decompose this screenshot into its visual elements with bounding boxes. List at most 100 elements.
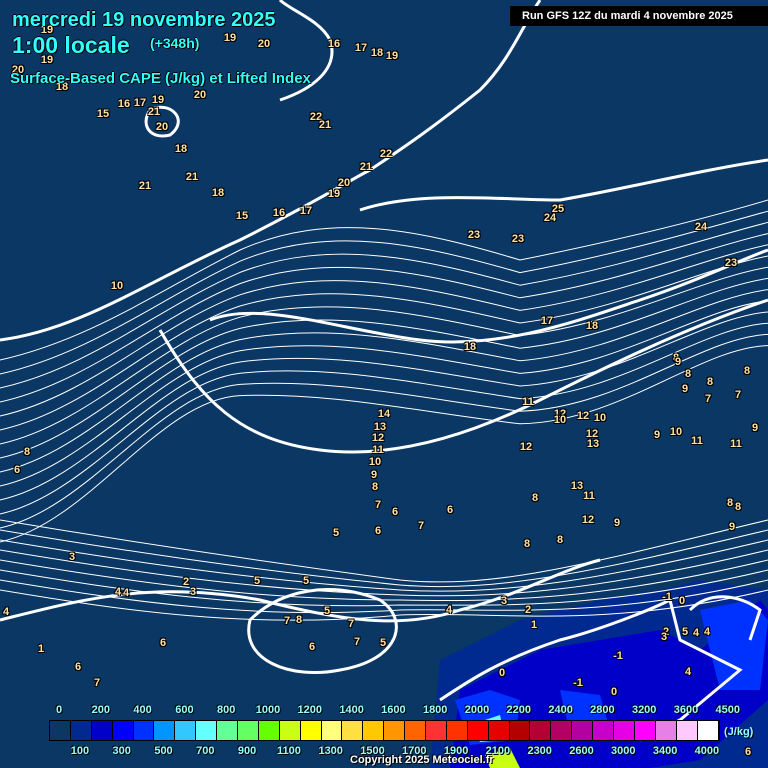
- lifted-index-label: 21: [359, 161, 373, 173]
- color-scale: [49, 720, 720, 741]
- color-swatch: [572, 721, 594, 740]
- color-swatch: [384, 721, 406, 740]
- lifted-index-label: 8: [23, 446, 31, 458]
- contour-line: [0, 221, 768, 389]
- scale-tick-top: 600: [175, 704, 194, 716]
- lifted-index-label: 0: [498, 667, 506, 679]
- scale-tick-top: 400: [133, 704, 152, 716]
- lifted-index-label: -1: [613, 650, 623, 662]
- lifted-index-label: 4: [684, 666, 692, 678]
- lifted-index-label: 15: [96, 108, 110, 120]
- lifted-index-label: 0: [678, 595, 686, 607]
- scale-tick-top: 2200: [506, 704, 532, 716]
- scale-tick-bottom: 1300: [318, 745, 343, 757]
- color-swatch: [238, 721, 259, 740]
- color-swatch: [133, 721, 155, 740]
- lifted-index-label: 5: [332, 527, 340, 539]
- scale-tick-bottom: 3400: [652, 745, 678, 757]
- lifted-index-label: 5: [681, 626, 689, 638]
- color-swatch: [300, 721, 322, 740]
- lifted-index-label: 18: [585, 320, 599, 332]
- lifted-index-label: 1: [530, 619, 538, 631]
- lifted-index-label: 7: [374, 499, 382, 511]
- lifted-index-label: 11: [522, 396, 534, 408]
- color-swatch: [154, 721, 176, 740]
- contours: [0, 0, 768, 742]
- lifted-index-label: 21: [185, 171, 199, 183]
- color-swatch: [279, 721, 301, 740]
- lifted-index-label: 23: [724, 257, 738, 269]
- lifted-index-label: 17: [133, 97, 147, 109]
- scale-tick-top: 2800: [590, 704, 615, 716]
- scale-tick-top: 1800: [422, 704, 448, 716]
- bold-contours: [0, 0, 768, 742]
- lifted-index-label: 7: [417, 520, 425, 532]
- color-swatch: [593, 721, 615, 740]
- lifted-index-label: 19: [151, 94, 165, 106]
- color-swatch: [217, 721, 239, 740]
- scale-tick-top: 3600: [673, 704, 699, 716]
- lifted-index-label: 6: [308, 641, 316, 653]
- scale-tick-top: 1200: [297, 704, 323, 716]
- lifted-index-label: 7: [704, 393, 712, 405]
- lifted-index-label: 20: [155, 121, 169, 133]
- lifted-index-label: 21: [318, 119, 332, 131]
- lifted-index-label: 8: [295, 614, 303, 626]
- color-swatch: [363, 721, 385, 740]
- color-swatch: [488, 721, 510, 740]
- lifted-index-label: 5: [379, 637, 387, 649]
- lifted-index-label: 8: [371, 481, 379, 493]
- lifted-index-label: 23: [511, 233, 525, 245]
- color-swatch: [509, 721, 531, 740]
- color-swatch: [50, 721, 71, 740]
- lifted-index-label: 8: [706, 376, 714, 388]
- lifted-index-label: 7: [93, 677, 101, 689]
- lifted-index-label: 12: [371, 432, 385, 444]
- scale-tick-bottom: 300: [112, 745, 131, 757]
- contour-line: [0, 244, 768, 417]
- lifted-index-label: 8: [743, 365, 751, 377]
- lifted-index-label: 4: [114, 586, 122, 598]
- lifted-index-label: -1: [573, 677, 583, 689]
- scale-tick-top: 800: [217, 704, 236, 716]
- color-swatch: [634, 721, 656, 740]
- run-info: Run GFS 12Z du mardi 4 novembre 2025: [510, 6, 768, 26]
- lifted-index-label: 23: [467, 229, 481, 241]
- lifted-index-label: 13: [570, 480, 584, 492]
- lifted-index-label: 20: [193, 89, 207, 101]
- lifted-index-label: 16: [117, 98, 131, 110]
- lifted-index-label: 6: [446, 504, 454, 516]
- scale-tick-bottom: 2600: [569, 745, 594, 757]
- lifted-index-label: 10: [368, 456, 382, 468]
- lifted-index-label: 1: [37, 643, 45, 655]
- weather-map: 19 19 18 20 20 19 20 16 17 18 19 15 16 17 19 21 20 22 21 18…: [0, 0, 768, 768]
- color-swatch: [70, 721, 92, 740]
- lifted-index-label: 9: [370, 469, 378, 481]
- lifted-index-label: 19: [223, 32, 237, 44]
- color-swatch: [196, 721, 218, 740]
- lifted-index-label: 11: [730, 438, 742, 450]
- lifted-index-label: 11: [583, 490, 595, 502]
- scale-tick-top: 2400: [548, 704, 573, 716]
- lifted-index-label: 10: [669, 426, 683, 438]
- lifted-index-label: 4: [2, 606, 10, 618]
- lifted-index-label: 8: [726, 497, 734, 509]
- lifted-index-label: 21: [147, 106, 161, 118]
- lifted-index-label: 8: [684, 368, 692, 380]
- color-swatch: [530, 721, 552, 740]
- lifted-index-label: 9: [728, 521, 736, 533]
- lifted-index-label: 14: [377, 408, 391, 420]
- contour-line: [0, 233, 768, 403]
- lifted-index-label: 17: [540, 315, 554, 327]
- color-swatch: [551, 721, 573, 740]
- contour-line: [0, 210, 768, 375]
- lifted-index-label: 9: [681, 383, 689, 395]
- scale-tick-top: 4500: [715, 704, 741, 716]
- color-swatch: [175, 721, 197, 740]
- color-swatch: [321, 721, 343, 740]
- lifted-index-label: 9: [751, 422, 759, 434]
- scale-tick-bottom: 700: [196, 745, 215, 757]
- lifted-index-label: 9: [613, 517, 621, 529]
- lifted-index-label: 3: [189, 586, 197, 598]
- lifted-index-label: 18: [370, 47, 384, 59]
